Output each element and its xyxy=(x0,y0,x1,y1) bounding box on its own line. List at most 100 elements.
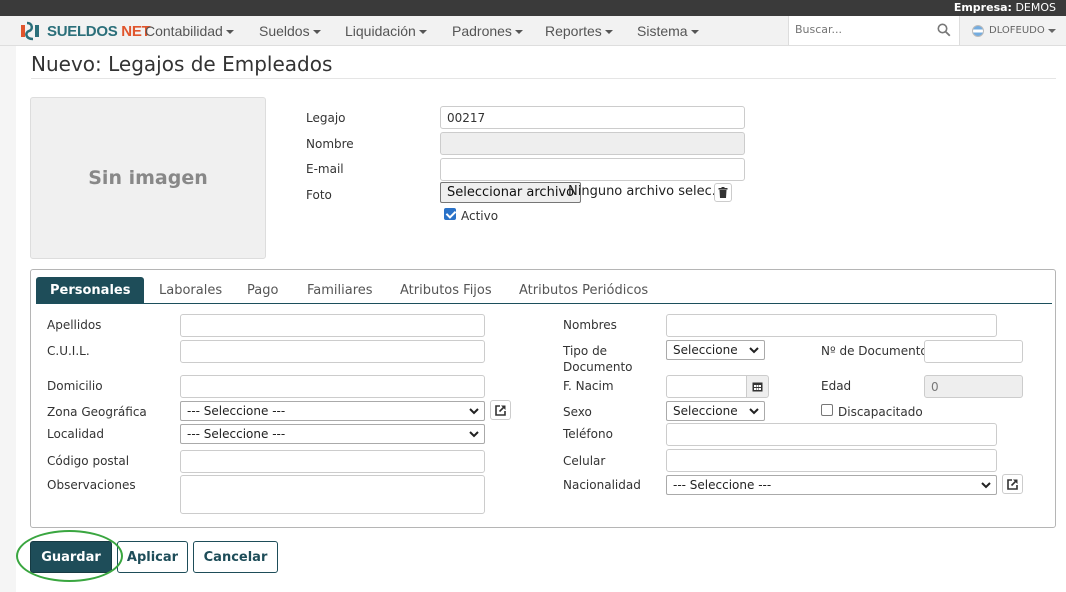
tabs-divider xyxy=(36,303,1052,304)
discapacitado-label: Discapacitado xyxy=(838,405,923,419)
cuil-label: C.U.I.L. xyxy=(47,344,90,358)
select-file-button[interactable]: Seleccionar archivo xyxy=(440,182,582,203)
zona-select[interactable]: --- Seleccione --- xyxy=(180,401,485,421)
caret-down-icon xyxy=(312,30,321,35)
tab-laborales[interactable]: Laborales xyxy=(159,277,222,304)
company-value: DEMOS xyxy=(1015,1,1056,14)
celular-label: Celular xyxy=(563,454,606,468)
domicilio-label: Domicilio xyxy=(47,379,103,393)
search-input[interactable] xyxy=(793,16,928,43)
tab-atributos-periodicos[interactable]: Atributos Periódicos xyxy=(519,277,648,304)
apellidos-input[interactable] xyxy=(180,314,485,337)
zona-label: Zona Geográfica xyxy=(47,405,147,419)
search-box xyxy=(788,16,960,45)
trash-icon xyxy=(718,187,728,198)
email-input[interactable] xyxy=(440,158,745,181)
sexo-label: Sexo xyxy=(563,405,592,419)
activo-checkbox[interactable] xyxy=(444,208,456,220)
photo-placeholder-text: Sin imagen xyxy=(88,167,208,189)
nav-padrones[interactable]: Padrones xyxy=(452,16,523,46)
cuil-input[interactable] xyxy=(180,340,485,363)
caret-down-icon xyxy=(514,30,523,35)
legajo-input[interactable] xyxy=(440,106,745,129)
telefono-input[interactable] xyxy=(666,423,997,446)
caret-down-icon xyxy=(604,30,613,35)
nav-label: Padrones xyxy=(452,23,512,39)
search-icon[interactable] xyxy=(937,23,951,37)
nacionalidad-select[interactable]: --- Seleccione --- xyxy=(666,475,997,495)
cancel-button[interactable]: Cancelar xyxy=(193,541,278,573)
tab-atributos-fijos[interactable]: Atributos Fijos xyxy=(400,277,492,304)
nav-reportes[interactable]: Reportes xyxy=(545,16,613,46)
photo-placeholder: Sin imagen xyxy=(30,97,266,259)
brand[interactable]: SUELDOS NET xyxy=(19,20,151,42)
nav-label: Sueldos xyxy=(259,23,310,39)
localidad-select[interactable]: --- Seleccione --- xyxy=(180,424,485,444)
nav-sueldos[interactable]: Sueldos xyxy=(259,16,321,46)
chevron-down-icon xyxy=(981,482,991,489)
company-bar: Empresa: DEMOS xyxy=(0,0,1066,16)
sexo-select-value: Seleccione xyxy=(673,404,738,418)
nro-doc-input[interactable] xyxy=(924,340,1023,363)
telefono-label: Teléfono xyxy=(563,427,613,441)
nacionalidad-select-value: --- Seleccione --- xyxy=(673,478,772,492)
brand-name-part1: SUELDOS xyxy=(47,22,118,40)
open-zona-button[interactable] xyxy=(490,400,511,420)
email-label: E-mail xyxy=(306,162,344,176)
discapacitado-checkbox[interactable] xyxy=(821,404,833,416)
nombre-input[interactable] xyxy=(440,132,745,155)
nombres-label: Nombres xyxy=(563,318,617,332)
localidad-label: Localidad xyxy=(47,427,105,441)
f-nacim-input[interactable] xyxy=(666,375,747,398)
user-menu[interactable]: DLOFEUDO xyxy=(972,16,1056,46)
page-title: Nuevo: Legajos de Empleados xyxy=(31,52,333,76)
nombre-label: Nombre xyxy=(306,137,354,151)
localidad-select-value: --- Seleccione --- xyxy=(187,427,286,441)
title-divider xyxy=(31,78,1056,79)
codigo-postal-label: Código postal xyxy=(47,454,130,468)
tipo-doc-select-value: Seleccione xyxy=(673,343,738,357)
calendar-button[interactable] xyxy=(746,375,769,398)
nav-label: Reportes xyxy=(545,23,602,39)
legajo-label: Legajo xyxy=(306,111,346,125)
foto-label: Foto xyxy=(306,188,332,202)
tab-familiares[interactable]: Familiares xyxy=(307,277,373,304)
external-link-icon xyxy=(1007,478,1018,490)
apply-button[interactable]: Aplicar xyxy=(117,541,188,573)
tab-personales[interactable]: Personales xyxy=(36,277,145,304)
company-label: Empresa: xyxy=(953,1,1012,14)
user-name: DLOFEUDO xyxy=(989,25,1045,36)
tipo-doc-select[interactable]: Seleccione xyxy=(666,340,765,360)
left-gutter xyxy=(0,46,16,592)
caret-down-icon xyxy=(418,30,427,35)
caret-down-icon xyxy=(690,30,699,35)
codigo-postal-input[interactable] xyxy=(180,450,485,473)
activo-label: Activo xyxy=(461,209,499,223)
nav-sistema[interactable]: Sistema xyxy=(637,16,699,46)
domicilio-input[interactable] xyxy=(180,375,485,398)
chevron-down-icon xyxy=(469,408,479,415)
tab-pago[interactable]: Pago xyxy=(247,277,278,304)
observaciones-label: Observaciones xyxy=(47,478,136,492)
external-link-icon xyxy=(495,404,506,416)
edad-input xyxy=(924,375,1023,398)
nav-label: Sistema xyxy=(637,23,688,39)
calendar-icon xyxy=(752,382,763,392)
brand-logo-icon xyxy=(21,21,39,41)
brand-name: SUELDOS NET xyxy=(47,22,151,40)
sexo-select[interactable]: Seleccione xyxy=(666,401,765,421)
nav-label: Liquidación xyxy=(345,23,416,39)
file-status-text: Ninguno archivo selec. xyxy=(568,184,716,199)
celular-input[interactable] xyxy=(666,449,997,472)
observaciones-textarea[interactable] xyxy=(180,475,485,514)
save-highlight-annotation xyxy=(16,530,123,582)
nav-liquidacion[interactable]: Liquidación xyxy=(345,16,427,46)
chevron-down-icon xyxy=(749,408,759,415)
open-nacionalidad-button[interactable] xyxy=(1002,474,1023,494)
delete-photo-button[interactable] xyxy=(714,183,732,202)
nombres-input[interactable] xyxy=(666,314,997,337)
caret-down-icon xyxy=(225,30,234,35)
f-nacim-label: F. Nacim xyxy=(563,379,614,393)
chevron-down-icon xyxy=(469,431,479,438)
nav-contabilidad[interactable]: Contabilidad xyxy=(145,16,234,46)
